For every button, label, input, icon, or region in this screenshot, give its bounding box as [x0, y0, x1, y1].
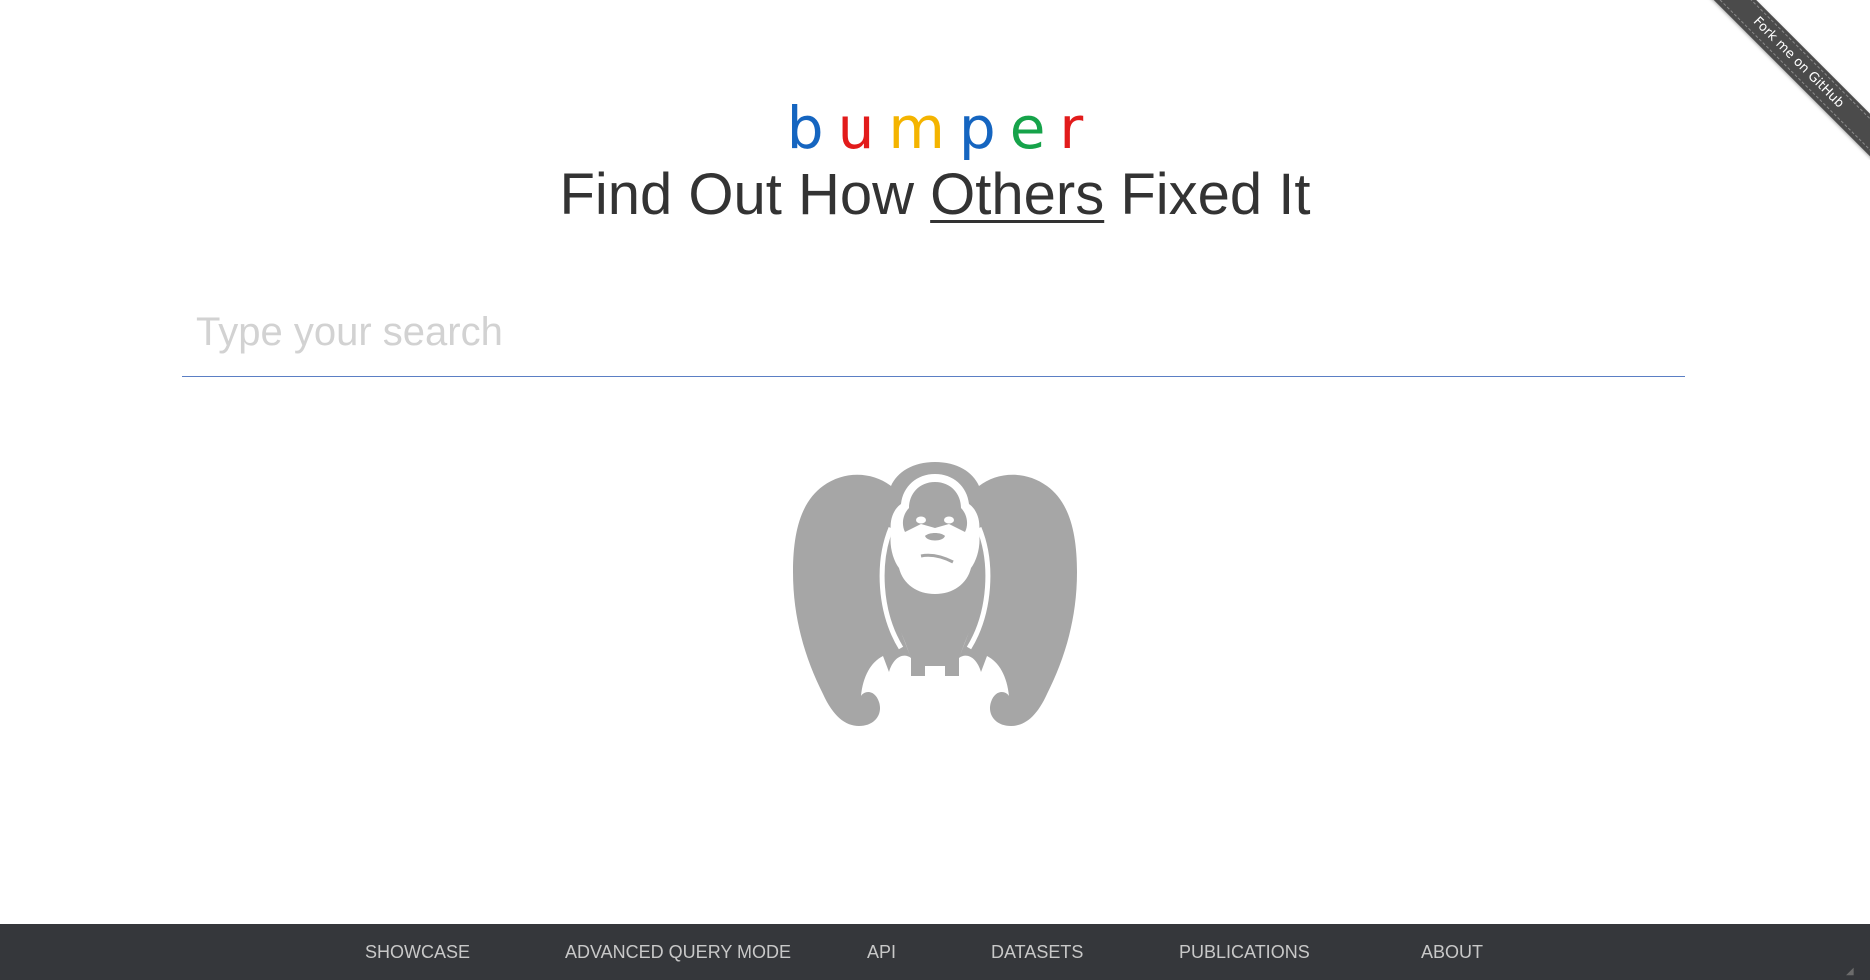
footer-bar: SHOWCASE ADVANCED QUERY MODE API DATASET… [0, 924, 1870, 980]
logo-letter-m: m [888, 94, 945, 162]
page: Fork me on GitHub bumper Find Out How Ot… [0, 0, 1870, 980]
logo-letter-r: r [1059, 94, 1084, 162]
header: bumper Find Out How Others Fixed It [0, 96, 1870, 230]
search-bar [182, 296, 1685, 377]
search-input[interactable] [182, 296, 1685, 368]
logo-letter-u: u [837, 94, 875, 162]
footer-link-publications[interactable]: PUBLICATIONS [1179, 924, 1310, 980]
tagline: Find Out How Others Fixed It [0, 160, 1870, 230]
footer-link-advanced-query-mode[interactable]: ADVANCED QUERY MODE [565, 924, 791, 980]
gorilla-icon [793, 462, 1077, 726]
footer-nav: SHOWCASE ADVANCED QUERY MODE API DATASET… [0, 924, 1870, 980]
tagline-emphasis: Others [930, 162, 1105, 227]
tagline-after: Fixed It [1104, 162, 1311, 227]
logo-letter-e: e [1009, 94, 1046, 162]
bumper-logo[interactable]: bumper [0, 96, 1870, 160]
cursor-icon: ◢ [1846, 966, 1854, 977]
footer-link-datasets[interactable]: DATASETS [991, 924, 1083, 980]
logo-letter-p: p [958, 94, 996, 162]
logo-letter-b: b [786, 94, 824, 162]
tagline-before: Find Out How [559, 162, 931, 227]
footer-link-showcase[interactable]: SHOWCASE [365, 924, 470, 980]
footer-link-api[interactable]: API [867, 924, 896, 980]
footer-link-about[interactable]: ABOUT [1421, 924, 1483, 980]
